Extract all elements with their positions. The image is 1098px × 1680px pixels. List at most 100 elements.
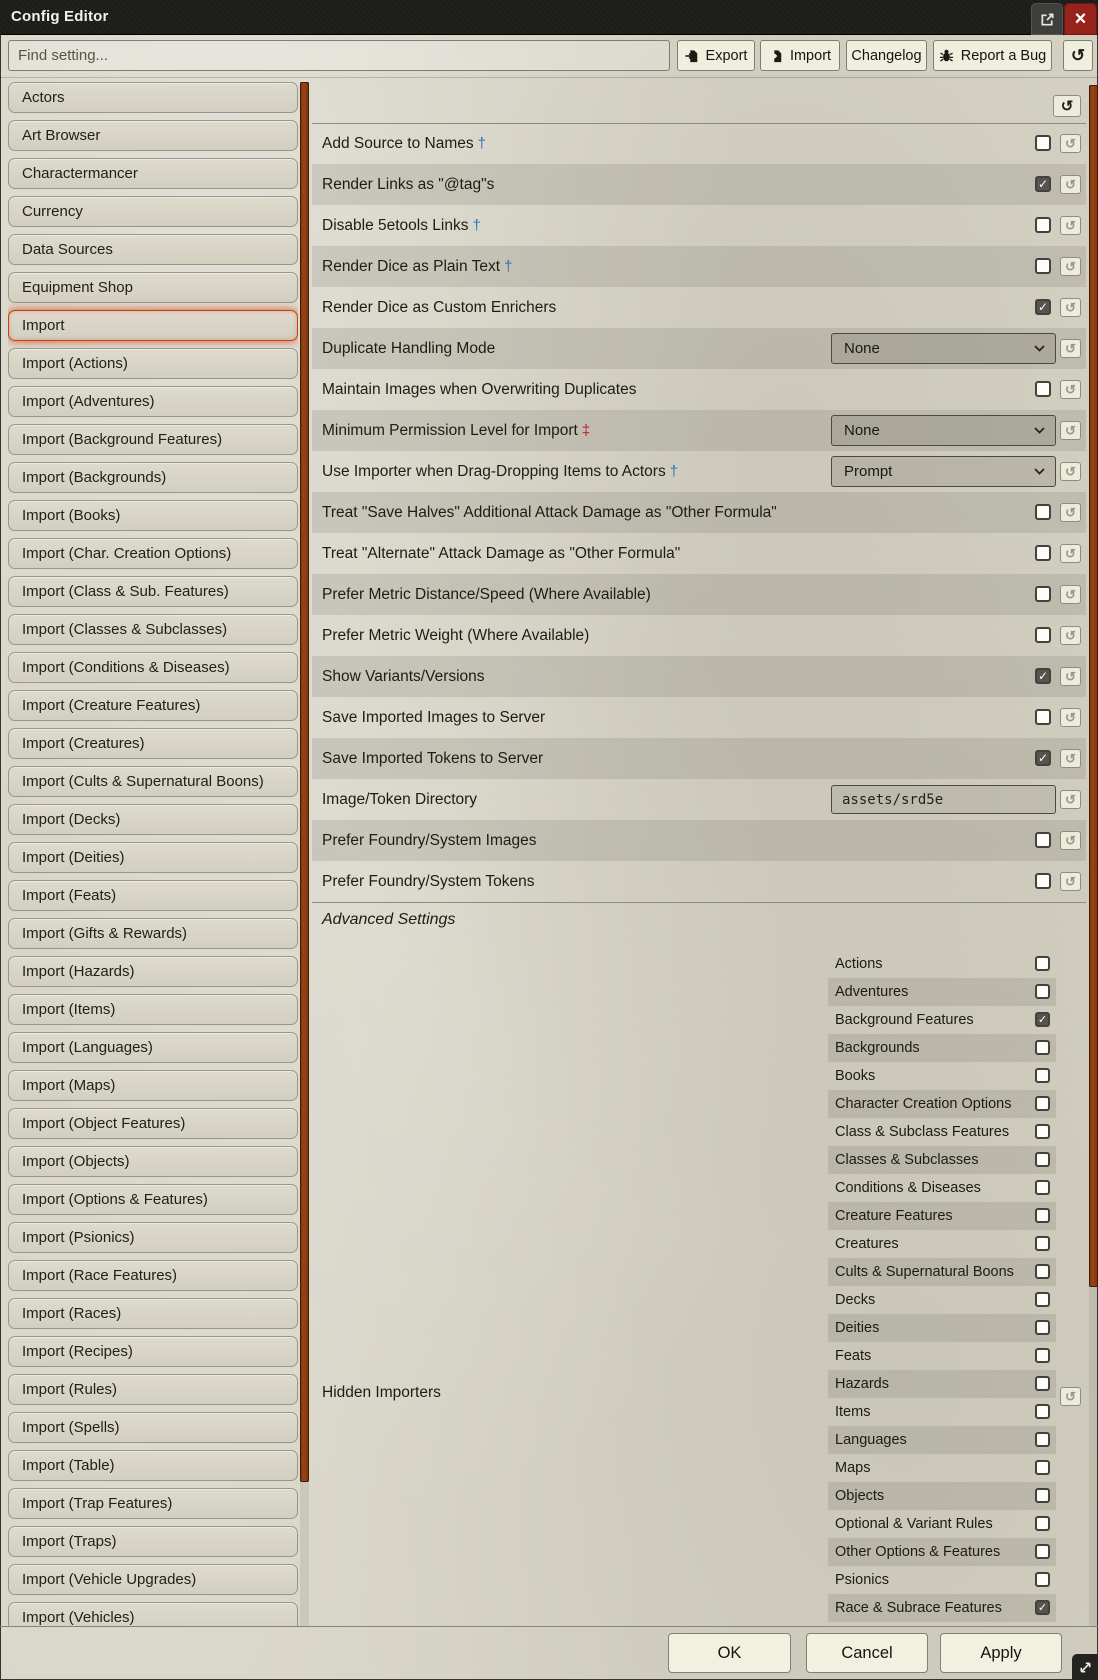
search-input[interactable] bbox=[8, 40, 670, 71]
sidebar-item-import-recipes[interactable]: Import (Recipes) bbox=[8, 1336, 298, 1367]
popout-button[interactable] bbox=[1031, 3, 1063, 35]
row-reset-button[interactable]: ↺ bbox=[1060, 380, 1081, 399]
sidebar-item-import-spells[interactable]: Import (Spells) bbox=[8, 1412, 298, 1443]
sidebar-item-import-classes-subclasses[interactable]: Import (Classes & Subclasses) bbox=[8, 614, 298, 645]
setting-checkbox-prefer-foundry-system-images[interactable] bbox=[1035, 832, 1051, 848]
row-reset-button[interactable]: ↺ bbox=[1060, 257, 1081, 276]
apply-button[interactable]: Apply bbox=[940, 1633, 1062, 1673]
hidden-importer-checkbox-languages[interactable] bbox=[1035, 1432, 1050, 1447]
sidebar-item-import[interactable]: Import bbox=[8, 310, 298, 341]
sidebar-item-import-table[interactable]: Import (Table) bbox=[8, 1450, 298, 1481]
row-reset-button[interactable]: ↺ bbox=[1060, 175, 1081, 194]
panel-reset-button[interactable]: ↺ bbox=[1053, 95, 1081, 117]
setting-checkbox-show-variants-versions[interactable]: ✓ bbox=[1035, 668, 1051, 684]
setting-checkbox-prefer-foundry-system-tokens[interactable] bbox=[1035, 873, 1051, 889]
hidden-importer-checkbox-creatures[interactable] bbox=[1035, 1236, 1050, 1251]
sidebar-item-currency[interactable]: Currency bbox=[8, 196, 298, 227]
sidebar-item-import-gifts-rewards[interactable]: Import (Gifts & Rewards) bbox=[8, 918, 298, 949]
setting-checkbox-add-source-to-names[interactable] bbox=[1035, 135, 1051, 151]
hidden-importer-checkbox-deities[interactable] bbox=[1035, 1320, 1050, 1335]
sidebar-item-charactermancer[interactable]: Charactermancer bbox=[8, 158, 298, 189]
hidden-importer-checkbox-adventures[interactable] bbox=[1035, 984, 1050, 999]
sidebar-item-import-class-sub-features[interactable]: Import (Class & Sub. Features) bbox=[8, 576, 298, 607]
hidden-importer-checkbox-conditions-diseases[interactable] bbox=[1035, 1180, 1050, 1195]
ok-button[interactable]: OK bbox=[668, 1633, 791, 1673]
sidebar-item-data-sources[interactable]: Data Sources bbox=[8, 234, 298, 265]
cancel-button[interactable]: Cancel bbox=[806, 1633, 928, 1673]
row-reset-button[interactable]: ↺ bbox=[1060, 503, 1081, 522]
sidebar-item-import-hazards[interactable]: Import (Hazards) bbox=[8, 956, 298, 987]
setting-select-duplicate-handling-mode[interactable]: None bbox=[831, 333, 1056, 364]
hidden-importer-checkbox-race-subrace-features[interactable]: ✓ bbox=[1035, 1600, 1050, 1615]
row-reset-button[interactable]: ↺ bbox=[1060, 134, 1081, 153]
setting-select-minimum-permission-level-for-import[interactable]: None bbox=[831, 415, 1056, 446]
setting-checkbox-render-dice-as-custom-enrichers[interactable]: ✓ bbox=[1035, 299, 1051, 315]
sidebar-item-import-adventures[interactable]: Import (Adventures) bbox=[8, 386, 298, 417]
hidden-importer-checkbox-background-features[interactable]: ✓ bbox=[1035, 1012, 1050, 1027]
export-button[interactable]: Export bbox=[677, 40, 755, 71]
sidebar-item-import-creatures[interactable]: Import (Creatures) bbox=[8, 728, 298, 759]
row-reset-button[interactable]: ↺ bbox=[1060, 708, 1081, 727]
hidden-importer-checkbox-creature-features[interactable] bbox=[1035, 1208, 1050, 1223]
setting-checkbox-maintain-images-when-overwriting-duplicates[interactable] bbox=[1035, 381, 1051, 397]
sidebar-item-import-actions[interactable]: Import (Actions) bbox=[8, 348, 298, 379]
report-bug-button[interactable]: Report a Bug bbox=[933, 40, 1052, 71]
setting-checkbox-render-links-as-tag-s[interactable]: ✓ bbox=[1035, 176, 1051, 192]
row-reset-button[interactable]: ↺ bbox=[1060, 831, 1081, 850]
sidebar-item-import-cults-supernatural-boons[interactable]: Import (Cults & Supernatural Boons) bbox=[8, 766, 298, 797]
sidebar-item-import-objects[interactable]: Import (Objects) bbox=[8, 1146, 298, 1177]
sidebar-item-import-object-features[interactable]: Import (Object Features) bbox=[8, 1108, 298, 1139]
sidebar-item-import-vehicles[interactable]: Import (Vehicles) bbox=[8, 1602, 298, 1626]
hidden-importer-checkbox-items[interactable] bbox=[1035, 1404, 1050, 1419]
row-reset-button[interactable]: ↺ bbox=[1060, 462, 1081, 481]
hidden-importer-checkbox-maps[interactable] bbox=[1035, 1460, 1050, 1475]
hidden-importer-checkbox-optional-variant-rules[interactable] bbox=[1035, 1516, 1050, 1531]
setting-checkbox-treat-alternate-attack-damage-as-other-formula[interactable] bbox=[1035, 545, 1051, 561]
sidebar-item-import-races[interactable]: Import (Races) bbox=[8, 1298, 298, 1329]
setting-checkbox-prefer-metric-weight-where-available[interactable] bbox=[1035, 627, 1051, 643]
sidebar-item-import-options-features[interactable]: Import (Options & Features) bbox=[8, 1184, 298, 1215]
sidebar-item-actors[interactable]: Actors bbox=[8, 82, 298, 113]
row-reset-button[interactable]: ↺ bbox=[1060, 544, 1081, 563]
setting-text-input-image-token-directory[interactable]: assets/srd5e bbox=[831, 785, 1056, 814]
sidebar-item-import-rules[interactable]: Import (Rules) bbox=[8, 1374, 298, 1405]
sidebar-item-import-conditions-diseases[interactable]: Import (Conditions & Diseases) bbox=[8, 652, 298, 683]
hidden-importer-checkbox-objects[interactable] bbox=[1035, 1488, 1050, 1503]
import-button[interactable]: Import bbox=[760, 40, 840, 71]
row-reset-button[interactable]: ↺ bbox=[1060, 790, 1081, 809]
panel-scrollbar-thumb[interactable] bbox=[1089, 85, 1098, 1287]
hidden-importer-checkbox-backgrounds[interactable] bbox=[1035, 1040, 1050, 1055]
sidebar-item-equipment-shop[interactable]: Equipment Shop bbox=[8, 272, 298, 303]
sidebar-item-import-race-features[interactable]: Import (Race Features) bbox=[8, 1260, 298, 1291]
hidden-importer-checkbox-hazards[interactable] bbox=[1035, 1376, 1050, 1391]
sidebar-item-import-psionics[interactable]: Import (Psionics) bbox=[8, 1222, 298, 1253]
sidebar-item-import-backgrounds[interactable]: Import (Backgrounds) bbox=[8, 462, 298, 493]
row-reset-button[interactable]: ↺ bbox=[1060, 749, 1081, 768]
sidebar-item-import-creature-features[interactable]: Import (Creature Features) bbox=[8, 690, 298, 721]
row-reset-button[interactable]: ↺ bbox=[1060, 339, 1081, 358]
row-reset-button[interactable]: ↺ bbox=[1060, 667, 1081, 686]
setting-select-use-importer-when-drag-dropping-items-to-actors[interactable]: Prompt bbox=[831, 456, 1056, 487]
sidebar-item-import-char-creation-options[interactable]: Import (Char. Creation Options) bbox=[8, 538, 298, 569]
resize-handle[interactable] bbox=[1072, 1654, 1098, 1680]
row-reset-button[interactable]: ↺ bbox=[1060, 298, 1081, 317]
hidden-importer-checkbox-cults-supernatural-boons[interactable] bbox=[1035, 1264, 1050, 1279]
sidebar-item-import-feats[interactable]: Import (Feats) bbox=[8, 880, 298, 911]
hidden-importer-checkbox-class-subclass-features[interactable] bbox=[1035, 1124, 1050, 1139]
row-reset-button[interactable]: ↺ bbox=[1060, 421, 1081, 440]
hidden-importer-checkbox-decks[interactable] bbox=[1035, 1292, 1050, 1307]
setting-checkbox-treat-save-halves-additional-attack-damage-as-other-formula[interactable] bbox=[1035, 504, 1051, 520]
hidden-importer-checkbox-character-creation-options[interactable] bbox=[1035, 1096, 1050, 1111]
setting-checkbox-save-imported-images-to-server[interactable] bbox=[1035, 709, 1051, 725]
hidden-importer-checkbox-feats[interactable] bbox=[1035, 1348, 1050, 1363]
setting-checkbox-disable-5etools-links[interactable] bbox=[1035, 217, 1051, 233]
hidden-importer-checkbox-books[interactable] bbox=[1035, 1068, 1050, 1083]
sidebar-item-import-background-features[interactable]: Import (Background Features) bbox=[8, 424, 298, 455]
hidden-importer-checkbox-classes-subclasses[interactable] bbox=[1035, 1152, 1050, 1167]
changelog-button[interactable]: Changelog bbox=[846, 40, 927, 71]
titlebar[interactable]: Config Editor × bbox=[0, 0, 1098, 35]
hidden-importer-checkbox-other-options-features[interactable] bbox=[1035, 1544, 1050, 1559]
sidebar-item-import-traps[interactable]: Import (Traps) bbox=[8, 1526, 298, 1557]
setting-checkbox-render-dice-as-plain-text[interactable] bbox=[1035, 258, 1051, 274]
setting-checkbox-prefer-metric-distance-speed-where-available[interactable] bbox=[1035, 586, 1051, 602]
